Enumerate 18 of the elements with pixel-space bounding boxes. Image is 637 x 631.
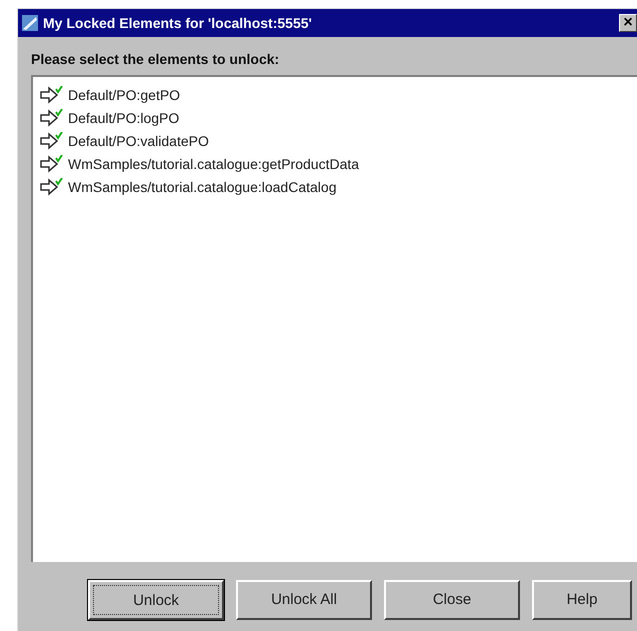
locked-arrow-icon xyxy=(39,154,63,172)
instruction-text: Please select the elements to unlock: xyxy=(31,51,280,67)
dialog-button[interactable]: Unlock All xyxy=(236,580,372,620)
dialog-button[interactable]: Help xyxy=(532,580,632,620)
locked-arrow-icon xyxy=(39,132,63,150)
close-button[interactable]: × xyxy=(619,14,637,32)
app-icon xyxy=(21,14,39,32)
locked-arrow-icon xyxy=(39,108,63,126)
locked-arrow-icon xyxy=(39,178,63,196)
dialog-button[interactable]: Close xyxy=(384,580,520,620)
locked-arrow-icon xyxy=(39,86,63,104)
element-item[interactable]: Default/PO:getPO xyxy=(66,86,182,102)
element-item[interactable]: Default/PO:logPO xyxy=(66,110,182,126)
element-item[interactable]: Default/PO:validatePO xyxy=(66,132,211,148)
window-title: My Locked Elements for 'localhost:5555' xyxy=(43,15,313,31)
element-item[interactable]: WmSamples/tutorial.catalogue:getProductData xyxy=(66,156,362,172)
element-item[interactable]: WmSamples/tutorial.catalogue:loadCatalog xyxy=(66,178,338,194)
dialog-button[interactable]: Unlock xyxy=(88,580,224,620)
